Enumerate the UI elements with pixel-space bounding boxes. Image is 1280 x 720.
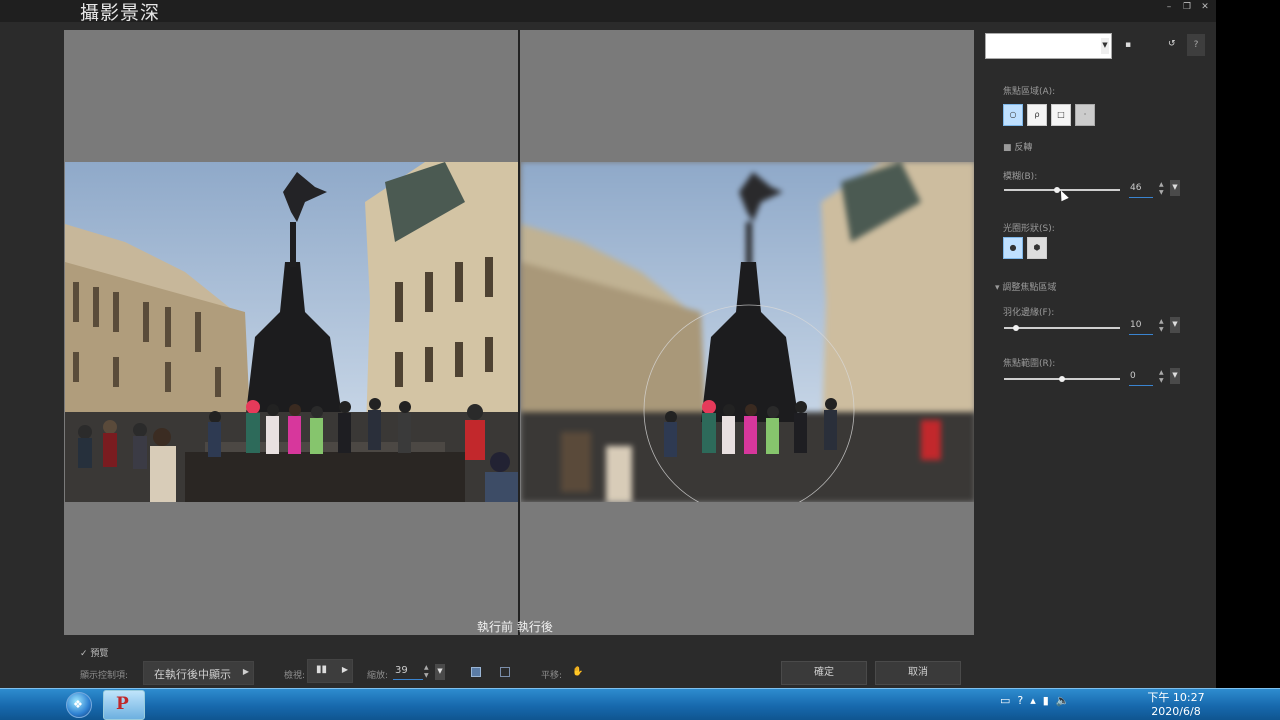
blur-label: 模糊(B): [1003,172,1038,182]
clock-date: 2020/6/8 [1151,705,1201,718]
battery-icon[interactable]: ▮ [1043,694,1049,707]
start-button[interactable]: ❖ [66,692,92,718]
hand-icon[interactable]: ✋ [572,667,583,677]
lasso-focus-button[interactable]: ρ [1027,104,1047,126]
depth-of-field-dialog: 攝影景深 – ❐ ✕ 執行前 執行後 ✓ 預覽 顯示控制項: 在執行後中顯示 ▶… [0,0,1216,688]
preview-checkbox[interactable]: ✓ 預覽 [80,646,108,659]
focus-range-spinner[interactable]: ▲ ▼ [1159,369,1169,386]
brush-focus-button[interactable]: · [1075,104,1095,126]
chevron-down-icon: ▼ [1101,38,1109,54]
system-tray: ▭ ? ▴ ▮ 🔈 [1000,694,1070,707]
feather-input[interactable]: 10 [1129,317,1153,335]
before-label: 執行前 [477,620,514,634]
rect-focus-button[interactable]: □ [1051,104,1071,126]
pan-label: 平移: [541,671,563,681]
split-divider[interactable] [518,30,520,635]
reset-icon[interactable]: ↺ [1168,39,1176,49]
circle-focus-button[interactable]: ○ [1003,104,1023,126]
after-image [521,162,975,502]
clock[interactable]: 下午 10:27 2020/6/8 [1138,691,1214,719]
focus-range-slider-thumb[interactable] [1059,376,1065,382]
feather-spinner[interactable]: ▲ ▼ [1159,318,1169,335]
show-controls-dropdown[interactable]: 在執行後中顯示 ▶ [143,661,254,685]
focus-area-label: 焦點區域(A): [1003,87,1056,97]
triangle-right-icon: ▶ [341,665,348,674]
focus-range-dropdown[interactable]: ▼ [1170,368,1180,384]
paintshop-logo-icon: P [116,694,129,714]
bottom-toolbar: ✓ 預覽 顯示控制項: 在執行後中顯示 ▶ 檢視: ▮▮ ▶ 縮放: 39 ▲ ▼… [64,638,974,688]
preset-dropdown[interactable]: ▼ [985,33,1112,59]
window-title: 攝影景深 [80,2,161,24]
blur-dropdown[interactable]: ▼ [1170,180,1180,196]
after-label: 執行後 [516,620,553,634]
view-label: 檢視: [284,671,306,681]
show-controls-label: 顯示控制項: [80,671,129,681]
zoom-dropdown[interactable]: ▼ [435,664,445,680]
feather-slider-thumb[interactable] [1012,325,1019,331]
volume-icon[interactable]: 🔈 [1056,694,1070,707]
windows-taskbar: ❖ P ▭ ? ▴ ▮ 🔈 下午 10:27 2020/6/8 [0,688,1280,720]
title-bar: 攝影景深 – ❐ ✕ [0,0,1216,24]
windows-logo-icon: ❖ [73,698,83,711]
help-button[interactable]: ? [1187,34,1205,56]
focus-range-label: 焦點範圍(R): [1003,359,1056,369]
help-tray-icon[interactable]: ? [1017,694,1023,707]
zoom-label: 縮放: [367,671,389,681]
show-hidden-icons[interactable]: ▴ [1030,694,1036,707]
show-controls-value: 在執行後中顯示 [154,668,231,681]
save-preset-icon[interactable]: ▪ [1125,40,1131,50]
aperture-label: 光圈形狀(S): [1003,224,1055,234]
close-icon[interactable]: ✕ [1196,0,1214,16]
aperture-hexagon-button[interactable]: ⬢ [1027,237,1047,259]
actual-size-icon[interactable] [500,667,510,677]
feather-dropdown[interactable]: ▼ [1170,317,1180,333]
zoom-spinner[interactable]: ▲ ▼ [424,664,434,681]
network-icon[interactable]: ▭ [1000,694,1010,707]
black-border [1216,0,1280,688]
aperture-circle-button[interactable]: ● [1003,237,1023,259]
feather-slider[interactable] [1004,327,1120,329]
focus-range-input[interactable]: 0 [1129,368,1153,386]
fit-icon[interactable] [471,667,481,677]
invert-checkbox[interactable]: ■ 反轉 [1003,140,1032,153]
taskbar-app-paintshop[interactable]: P [103,690,145,720]
before-after-label: 執行前 執行後 [477,618,553,635]
before-image [65,162,519,502]
blur-input[interactable]: 46 [1129,180,1153,198]
triangle-right-icon: ▶ [242,667,249,676]
zoom-input[interactable]: 39 [393,663,423,680]
minimize-icon[interactable]: – [1160,0,1178,16]
invert-label: 反轉 [1014,143,1033,153]
clock-time: 下午 10:27 [1147,691,1205,704]
preview-area: 執行前 執行後 [64,30,975,635]
restore-icon[interactable]: ❐ [1178,0,1196,16]
settings-panel: ▼ ▪ ↺ ? 焦點區域(A): ○ ρ □ · ■ 反轉 模糊(B): 46 … [974,22,1216,688]
ok-button[interactable]: 確定 [781,661,867,685]
cancel-button[interactable]: 取消 [875,661,961,685]
view-mode-button[interactable]: ▮▮ ▶ [307,659,353,683]
blur-spinner[interactable]: ▲ ▼ [1159,181,1169,198]
feather-label: 羽化邊緣(F): [1003,308,1055,318]
adjust-focus-label: 調整焦點區域 [1002,283,1057,293]
split-view-icon: ▮▮ [316,664,328,675]
adjust-focus-toggle[interactable]: ▾ 調整焦點區域 [995,280,1056,293]
